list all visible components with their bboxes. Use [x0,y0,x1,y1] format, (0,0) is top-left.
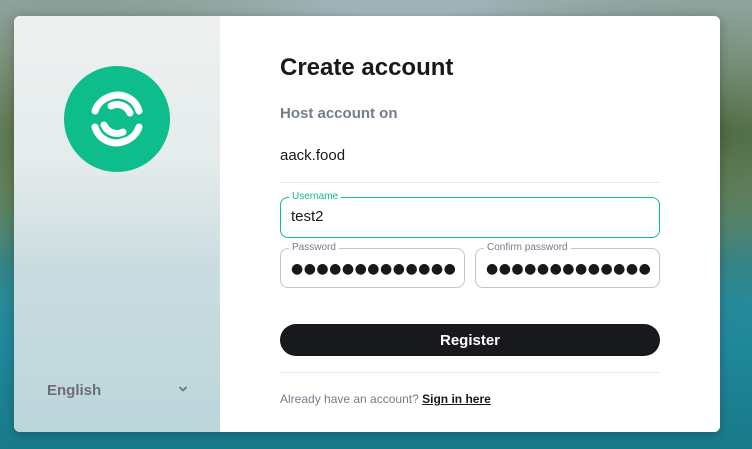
homeserver-value[interactable]: aack.food [280,147,345,164]
username-label: Username [289,191,342,203]
element-logo-icon [64,66,170,172]
sign-in-prompt: Already have an account? Sign in here [280,392,491,406]
host-label: Host account on [280,105,398,122]
confirm-password-label: Confirm password [484,242,571,254]
confirm-password-value: ●●●●●●●●●●●●● [486,261,652,277]
left-panel: English [14,16,220,432]
right-panel: Create account Host account on aack.food… [220,16,720,432]
auth-card: English Create account Host account on a… [14,16,720,432]
language-dropdown[interactable]: English [47,378,189,402]
page-title: Create account [280,54,454,81]
password-value: ●●●●●●●●●●●●● [291,261,457,277]
password-label: Password [289,242,339,254]
sign-in-link[interactable]: Sign in here [422,392,491,406]
username-value: test2 [291,208,324,225]
language-label: English [47,381,102,399]
register-button[interactable]: Register [280,324,660,356]
confirm-password-field[interactable]: Confirm password ●●●●●●●●●●●●● [475,242,660,288]
chevron-down-icon [177,382,189,399]
divider [280,182,660,183]
footer-prompt: Already have an account? [280,392,419,406]
password-field[interactable]: Password ●●●●●●●●●●●●● [280,242,465,288]
divider [280,372,660,373]
username-field[interactable]: Username test2 [280,191,660,238]
